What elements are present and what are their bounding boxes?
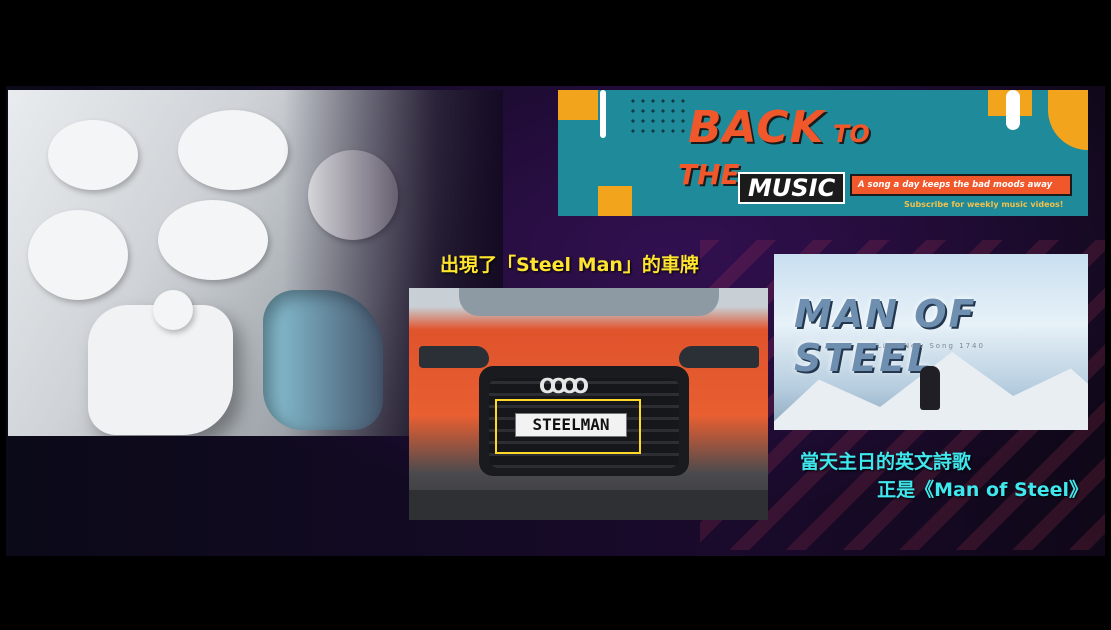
puzzle-knob: [153, 290, 193, 330]
banner-word-music: MUSIC: [738, 172, 846, 204]
road-surface: [409, 490, 768, 520]
poster-title: MAN OF STEEL: [794, 292, 977, 380]
puzzle-knob: [158, 200, 268, 280]
video-frame: BACK TO THE MUSIC A song a day keeps the…: [0, 0, 1111, 630]
headlight-right: [679, 346, 759, 368]
puzzle-knob: [48, 120, 138, 190]
audi-rings-logo: OOOO: [539, 374, 589, 398]
white-bar: [600, 90, 606, 138]
puzzle-knob: [178, 110, 288, 190]
orange-block: [1048, 90, 1088, 150]
banner-tagline: A song a day keeps the bad moods away: [850, 174, 1072, 196]
dot-pattern: [628, 96, 688, 136]
banner-word-back: BACK: [688, 102, 825, 153]
hymn-caption-line2: 正是《Man of Steel》: [877, 479, 1088, 501]
car-photo: OOOO STEELMAN: [409, 288, 768, 520]
orange-block: [558, 90, 598, 120]
banner-subscribe-text: Subscribe for weekly music videos!: [904, 200, 1064, 209]
headlight-left: [419, 346, 489, 368]
puzzle-knob: [28, 210, 128, 300]
man-of-steel-poster: MAN OF STEEL Lion New Song 1740: [774, 254, 1088, 430]
windshield: [459, 288, 719, 316]
plate-highlight-box: [495, 399, 641, 454]
banner-word-to: TO: [833, 120, 870, 148]
hymn-caption: 當天主日的英文詩歌 正是《Man of Steel》: [800, 448, 1090, 504]
standing-figure: [920, 366, 940, 410]
plate-caption: 出現了「Steel Man」的車牌: [440, 254, 699, 276]
poster-subtitle: Lion New Song 1740: [877, 342, 985, 350]
white-bar: [1006, 90, 1020, 130]
back-to-the-music-banner: BACK TO THE MUSIC A song a day keeps the…: [558, 90, 1088, 216]
orange-block: [598, 186, 632, 216]
hymn-caption-line1: 當天主日的英文詩歌: [800, 451, 972, 473]
banner-word-the: THE: [678, 158, 740, 191]
